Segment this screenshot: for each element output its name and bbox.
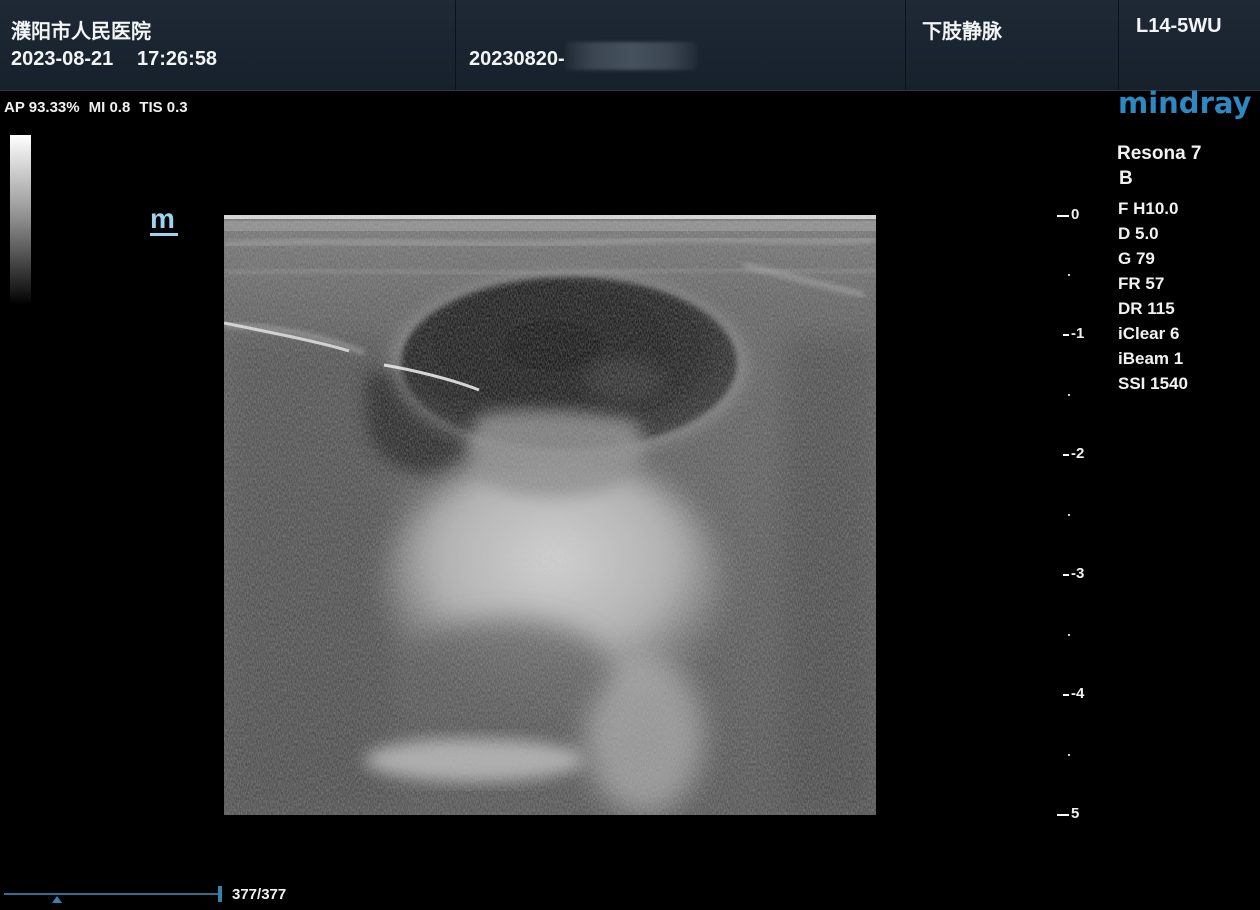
depth-label-1: -1	[1071, 325, 1085, 342]
hospital-name: 濮阳市人民医院	[11, 21, 151, 43]
depth-label-2: -2	[1071, 445, 1085, 462]
imaging-parameters: F H10.0 D 5.0 G 79 FR 57 DR 115 iClear 6…	[1118, 196, 1188, 396]
system-model: Resona 7	[1117, 143, 1202, 164]
patient-id: 20230820-	[469, 48, 565, 70]
depth-tick	[1063, 334, 1069, 336]
depth-tick	[1063, 694, 1069, 696]
header-divider	[455, 0, 456, 90]
cine-end-marker	[218, 886, 222, 902]
header-divider	[905, 0, 906, 90]
tis-value: TIS 0.3	[139, 99, 188, 116]
header-bar: 濮阳市人民医院 2023-08-21 17:26:58 20230820- 下肢…	[0, 0, 1260, 91]
grayscale-bar	[10, 135, 31, 305]
cine-frame-counter: 377/377	[232, 886, 287, 903]
depth-minor-tick	[1068, 634, 1070, 636]
redacted-patient-info	[565, 42, 697, 70]
depth-label-5: 5	[1071, 805, 1080, 822]
ultrasound-screen: 濮阳市人民医院 2023-08-21 17:26:58 20230820- 下肢…	[0, 0, 1260, 910]
depth-label-0: 0	[1071, 206, 1080, 223]
param-ssi: SSI 1540	[1118, 374, 1188, 393]
cine-progress-bar[interactable]	[4, 893, 222, 895]
param-frequency: F H10.0	[1118, 199, 1179, 218]
brand-logo: mindray	[1118, 86, 1252, 120]
param-depth: D 5.0	[1118, 224, 1159, 243]
param-gain: G 79	[1118, 249, 1155, 268]
exam-time: 17:26:58	[137, 48, 218, 70]
param-ibeam: iBeam 1	[1118, 349, 1184, 368]
depth-major-tick	[1057, 215, 1069, 217]
ap-value: AP 93.33%	[4, 99, 80, 116]
cine-playhead-icon[interactable]	[52, 896, 62, 903]
probe-name: L14-5WU	[1136, 15, 1222, 37]
orientation-mark-icon: m	[150, 203, 178, 236]
depth-major-tick	[1057, 814, 1069, 816]
depth-minor-tick	[1068, 514, 1070, 516]
param-iclear: iClear 6	[1118, 324, 1180, 343]
param-dynamic-range: DR 115	[1118, 299, 1175, 318]
depth-tick	[1063, 454, 1069, 456]
ultrasound-image-render	[224, 215, 876, 815]
depth-minor-tick	[1068, 274, 1070, 276]
depth-minor-tick	[1068, 394, 1070, 396]
exam-date: 2023-08-21	[11, 48, 114, 70]
depth-label-3: -3	[1071, 565, 1085, 582]
imaging-mode: B	[1119, 168, 1133, 189]
depth-tick	[1063, 574, 1069, 576]
acoustic-output-info: AP 93.33% MI 0.8 TIS 0.3	[4, 99, 197, 116]
header-divider	[1118, 0, 1119, 90]
depth-minor-tick	[1068, 754, 1070, 756]
depth-label-4: -4	[1071, 685, 1085, 702]
ultrasound-image[interactable]	[224, 215, 876, 815]
exam-type: 下肢静脉	[922, 21, 1002, 43]
mi-value: MI 0.8	[88, 99, 131, 116]
param-frame-rate: FR 57	[1118, 274, 1165, 293]
